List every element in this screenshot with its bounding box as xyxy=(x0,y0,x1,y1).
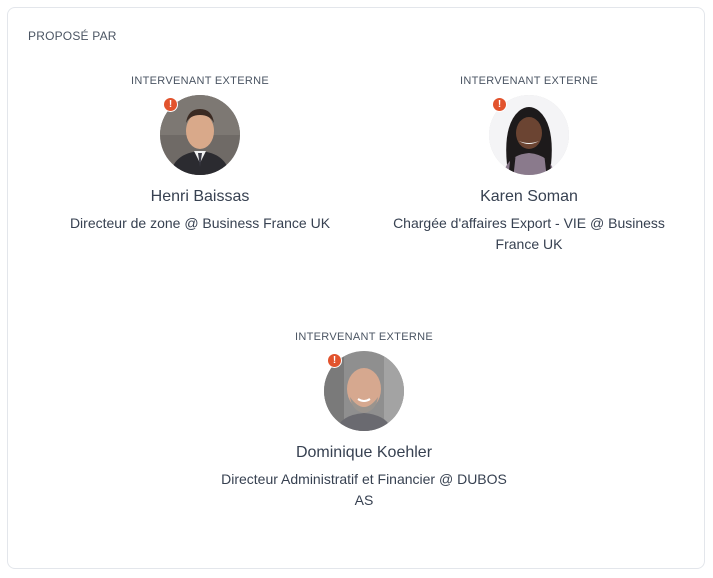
section-title: PROPOSÉ PAR xyxy=(28,29,117,43)
alert-icon: ! xyxy=(163,97,178,112)
alert-icon: ! xyxy=(492,97,507,112)
avatar-container[interactable]: ! xyxy=(489,95,569,175)
speaker-title: Directeur de zone @ Business France UK xyxy=(69,215,331,231)
alert-icon: ! xyxy=(327,353,342,368)
proposed-by-card: PROPOSÉ PAR INTERVENANT EXTERNE ! Henri … xyxy=(7,7,705,569)
speaker-card-karen-soman[interactable]: INTERVENANT EXTERNE ! Karen Soman Chargé… xyxy=(379,74,679,255)
avatar-container[interactable]: ! xyxy=(160,95,240,175)
speaker-name[interactable]: Dominique Koehler xyxy=(214,443,514,463)
speaker-card-dominique-koehler[interactable]: INTERVENANT EXTERNE ! Dominique Koehler … xyxy=(214,330,514,511)
speaker-role: INTERVENANT EXTERNE xyxy=(460,75,598,87)
speaker-name[interactable]: Karen Soman xyxy=(379,187,679,207)
speaker-name[interactable]: Henri Baissas xyxy=(50,187,350,207)
speaker-title: Chargée d'affaires Export - VIE @ Busine… xyxy=(393,215,665,252)
speaker-title: Directeur Administratif et Financier @ D… xyxy=(221,471,507,508)
speaker-role: INTERVENANT EXTERNE xyxy=(295,331,433,343)
speaker-role: INTERVENANT EXTERNE xyxy=(131,75,269,87)
avatar-container[interactable]: ! xyxy=(324,351,404,431)
speaker-card-henri-baissas[interactable]: INTERVENANT EXTERNE ! Henri Baissas Dire… xyxy=(50,74,350,234)
